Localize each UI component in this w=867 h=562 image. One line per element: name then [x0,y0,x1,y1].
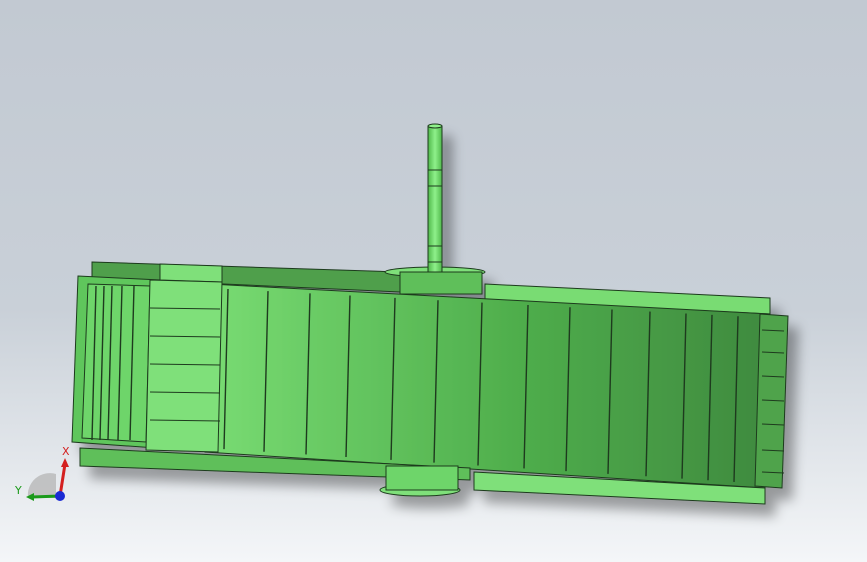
bottom-flange-body [385,465,459,491]
z-axis-dot [55,491,65,501]
x-axis-label: X [62,445,70,458]
top-rail-left-face [159,263,223,283]
conveyor-assembly[interactable] [71,123,789,505]
x-axis-head [61,458,69,467]
y-axis-label: Y [14,484,22,497]
top-flange-body [399,271,483,295]
graphics-viewport[interactable]: X Y [0,0,867,562]
drive-shaft [427,125,443,273]
main-body [204,283,771,489]
drive-shaft-cap [427,123,443,129]
model-view[interactable] [0,0,867,562]
left-block-stack [145,279,223,453]
orientation-triad[interactable]: X Y [10,440,80,510]
